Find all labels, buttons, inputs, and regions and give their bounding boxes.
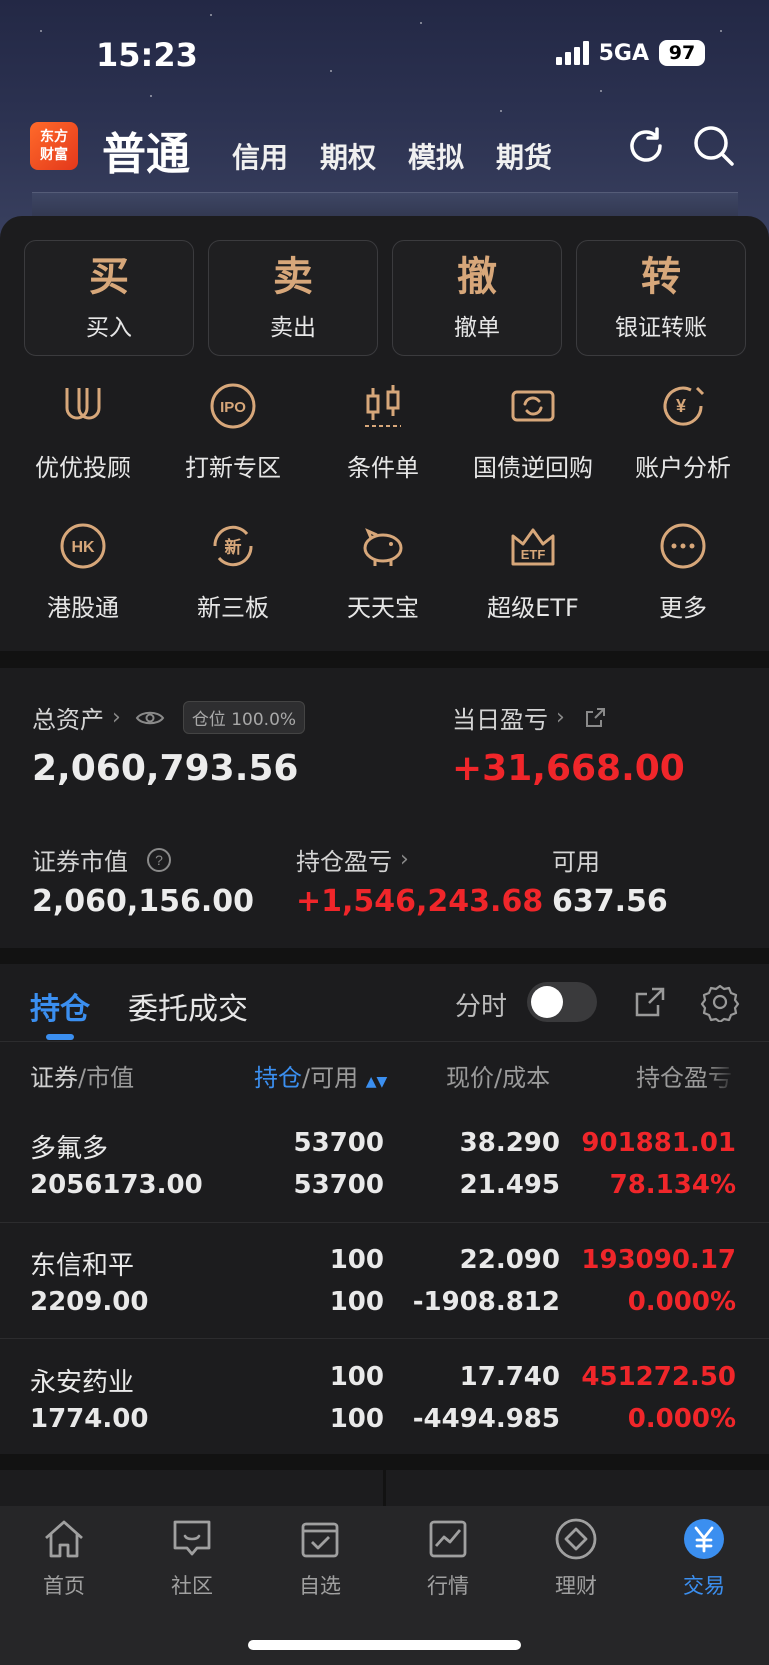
status-indicators: 5GA 97 (555, 40, 705, 66)
svg-text:¥: ¥ (676, 396, 686, 416)
grid-item-hk-connect[interactable]: HK 港股通 (8, 520, 158, 623)
yen-analysis-icon: ¥ (663, 386, 705, 426)
hk-icon: HK (60, 523, 106, 569)
tab-home[interactable]: 首页 (14, 1516, 114, 1600)
market-value-label: 证券市值 ? (32, 842, 172, 877)
more-icon (660, 523, 706, 569)
signal-icon (555, 41, 589, 65)
tab-normal[interactable]: 普通 (102, 118, 190, 182)
grid-item-neeq[interactable]: 新 新三板 (158, 520, 308, 623)
available-value: 637.56 (552, 884, 668, 919)
timeshare-toggle[interactable] (527, 982, 597, 1022)
bond-icon (511, 390, 555, 422)
tab-futures[interactable]: 期货 (496, 136, 552, 176)
grid-item-account-analysis[interactable]: ¥ 账户分析 (608, 380, 758, 483)
tab-holdings[interactable]: 持仓 (30, 984, 90, 1028)
grid-item-tiantianbao[interactable]: 天天宝 (308, 520, 458, 623)
search-icon[interactable] (692, 124, 736, 168)
svg-text:ETF: ETF (521, 547, 546, 562)
trade-icon (684, 1519, 724, 1559)
svg-text:IPO: IPO (220, 399, 246, 416)
chevron-right-icon: › (556, 705, 565, 730)
status-time: 15:23 (96, 36, 198, 74)
tab-watchlist[interactable]: 自选 (270, 1516, 370, 1600)
daily-pl-label[interactable]: 当日盈亏 › (452, 700, 607, 735)
refresh-icon[interactable] (624, 124, 668, 168)
home-icon (45, 1520, 83, 1558)
toggle-knob (531, 986, 563, 1018)
etf-crown-icon: ETF (511, 528, 555, 566)
active-tab-indicator (46, 1034, 74, 1040)
column-holding-pl: 持仓盈亏 (636, 1064, 732, 1092)
chevron-right-icon: › (112, 705, 121, 730)
account-type-tabs: 信用 期权 模拟 期货 (232, 136, 552, 176)
tab-community[interactable]: 社区 (142, 1516, 242, 1600)
app-logo: 东方 财富 (30, 122, 78, 170)
sell-button[interactable]: 卖 卖出 (208, 240, 378, 356)
help-icon[interactable]: ? (146, 847, 172, 873)
candlestick-icon (365, 385, 401, 427)
battery-icon: 97 (659, 40, 705, 66)
grid-item-conditional-order[interactable]: 条件单 (308, 380, 458, 483)
svg-text:?: ? (155, 852, 163, 868)
tab-options[interactable]: 期权 (320, 136, 376, 176)
settings-icon[interactable] (700, 982, 740, 1022)
available-label: 可用 (552, 848, 600, 876)
holding-pl-value: +1,546,243.68 (296, 884, 544, 919)
timeshare-label: 分时 (455, 992, 508, 1022)
grid-item-advisor[interactable]: 优优投顾 (8, 380, 158, 483)
total-assets-label[interactable]: 总资产 › 仓位 100.0% (32, 700, 306, 735)
piggy-bank-icon (363, 528, 403, 566)
position-ratio-badge: 仓位 100.0% (182, 701, 306, 734)
tab-market[interactable]: 行情 (398, 1516, 498, 1600)
advisor-icon (65, 388, 101, 420)
bank-transfer-button[interactable]: 转 银证转账 (576, 240, 746, 356)
home-indicator (248, 1640, 521, 1650)
sort-icon: ▲▼ (365, 1074, 388, 1090)
share-icon[interactable] (583, 706, 607, 730)
column-security: 证券/市值 (30, 1064, 135, 1092)
svg-text:新: 新 (225, 537, 242, 558)
column-holding[interactable]: 持仓/可用 ▲▼ (254, 1058, 387, 1093)
daily-pl-value: +31,668.00 (452, 748, 685, 789)
total-assets-value: 2,060,793.56 (32, 748, 299, 789)
ipo-icon: IPO (210, 383, 256, 429)
new-board-icon: 新 (213, 525, 253, 567)
tab-trade[interactable]: 交易 (654, 1516, 754, 1600)
watchlist-icon (301, 1522, 339, 1558)
svg-text:HK: HK (71, 539, 95, 556)
community-icon (173, 1520, 211, 1556)
tab-wealth[interactable]: 理财 (526, 1516, 626, 1600)
cancel-order-button[interactable]: 撤 撤单 (392, 240, 562, 356)
market-value: 2,060,156.00 (32, 884, 255, 919)
grid-item-more[interactable]: 更多 (608, 520, 758, 623)
grid-item-ipo[interactable]: IPO 打新专区 (158, 380, 308, 483)
grid-item-super-etf[interactable]: ETF 超级ETF (458, 520, 608, 623)
tab-simulation[interactable]: 模拟 (408, 136, 464, 176)
network-type: 5GA (598, 40, 649, 66)
wealth-icon (555, 1518, 597, 1560)
chevron-right-icon: › (400, 847, 409, 872)
market-icon (429, 1520, 467, 1558)
holding-pl-label[interactable]: 持仓盈亏 › (296, 842, 409, 877)
column-price-cost: 现价/成本 (446, 1064, 551, 1092)
buy-button[interactable]: 买 买入 (24, 240, 194, 356)
grid-item-reverse-repo[interactable]: 国债逆回购 (458, 380, 608, 483)
eye-icon[interactable] (135, 708, 165, 728)
export-icon[interactable] (632, 984, 668, 1020)
tab-credit[interactable]: 信用 (232, 136, 288, 176)
tab-orders-trades[interactable]: 委托成交 (128, 984, 248, 1028)
